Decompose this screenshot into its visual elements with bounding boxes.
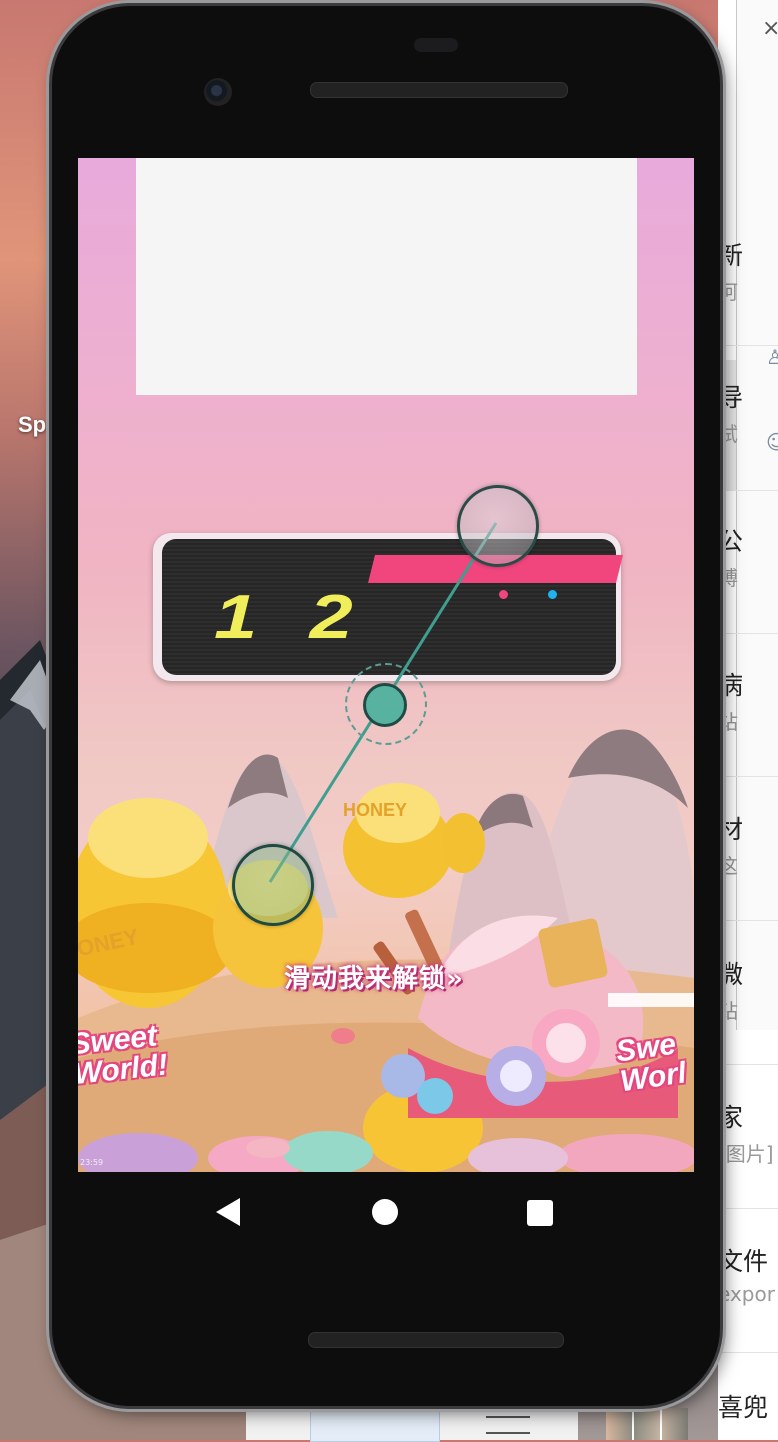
list-item[interactable]: 病 站 bbox=[718, 666, 778, 735]
bottom-speaker bbox=[308, 1332, 564, 1348]
list-item[interactable]: 材 这 bbox=[718, 810, 778, 879]
list-item[interactable]: 家 [图片] bbox=[718, 1098, 778, 1167]
unlock-pattern-node[interactable] bbox=[457, 485, 539, 567]
top-speaker bbox=[310, 82, 568, 98]
list-item[interactable]: 喜兜 bbox=[718, 1388, 778, 1424]
background-window-strip bbox=[246, 1400, 578, 1442]
sweet-world-logo: Sweet World! bbox=[78, 1019, 170, 1092]
recent-apps-icon[interactable] bbox=[527, 1200, 553, 1226]
board-digits: 12 bbox=[214, 583, 406, 652]
corner-clock-text: 23:59 bbox=[80, 1158, 104, 1167]
divider bbox=[718, 345, 778, 346]
user-icon[interactable]: ♙ bbox=[766, 345, 778, 369]
desktop-icon-label[interactable]: Sp bbox=[18, 412, 46, 438]
board-indicator-dot bbox=[499, 590, 508, 599]
candy-scene-illustration: HONEY ONEY bbox=[78, 729, 694, 1172]
divider bbox=[718, 776, 778, 777]
ad-placeholder[interactable] bbox=[136, 158, 637, 395]
background-window-tab[interactable] bbox=[310, 1408, 440, 1442]
honey-sign: HONEY bbox=[343, 800, 407, 820]
divider bbox=[718, 1352, 778, 1353]
sweet-world-logo: Swe Worl bbox=[613, 1027, 689, 1099]
divider bbox=[718, 490, 778, 491]
board-indicator-dot bbox=[548, 590, 557, 599]
earpiece bbox=[414, 38, 458, 52]
unlock-pattern-node[interactable] bbox=[232, 844, 314, 926]
close-icon[interactable]: × bbox=[762, 16, 778, 41]
unlock-slider-handle[interactable] bbox=[363, 683, 407, 727]
unlock-hint: 滑动我来解锁» bbox=[284, 964, 464, 994]
list-item[interactable]: 新 阿 bbox=[718, 236, 778, 305]
divider bbox=[718, 1208, 778, 1209]
divider bbox=[718, 1064, 778, 1065]
avatar-thumbnails[interactable] bbox=[606, 1408, 688, 1440]
back-icon[interactable] bbox=[216, 1198, 240, 1226]
menu-icon[interactable] bbox=[486, 1416, 530, 1434]
list-item[interactable]: 微 钻 bbox=[718, 955, 778, 1024]
list-item[interactable]: 文件 expor bbox=[718, 1242, 778, 1306]
list-item[interactable]: 公 膊 bbox=[718, 522, 778, 591]
lock-screen: HONEY ONEY 12 滑动我来解锁» Sweet World! Swe W… bbox=[78, 158, 694, 1172]
home-icon[interactable] bbox=[372, 1199, 398, 1225]
list-item[interactable]: 导 试 bbox=[718, 378, 778, 447]
divider bbox=[718, 920, 778, 921]
divider bbox=[718, 633, 778, 634]
front-camera bbox=[204, 78, 232, 106]
